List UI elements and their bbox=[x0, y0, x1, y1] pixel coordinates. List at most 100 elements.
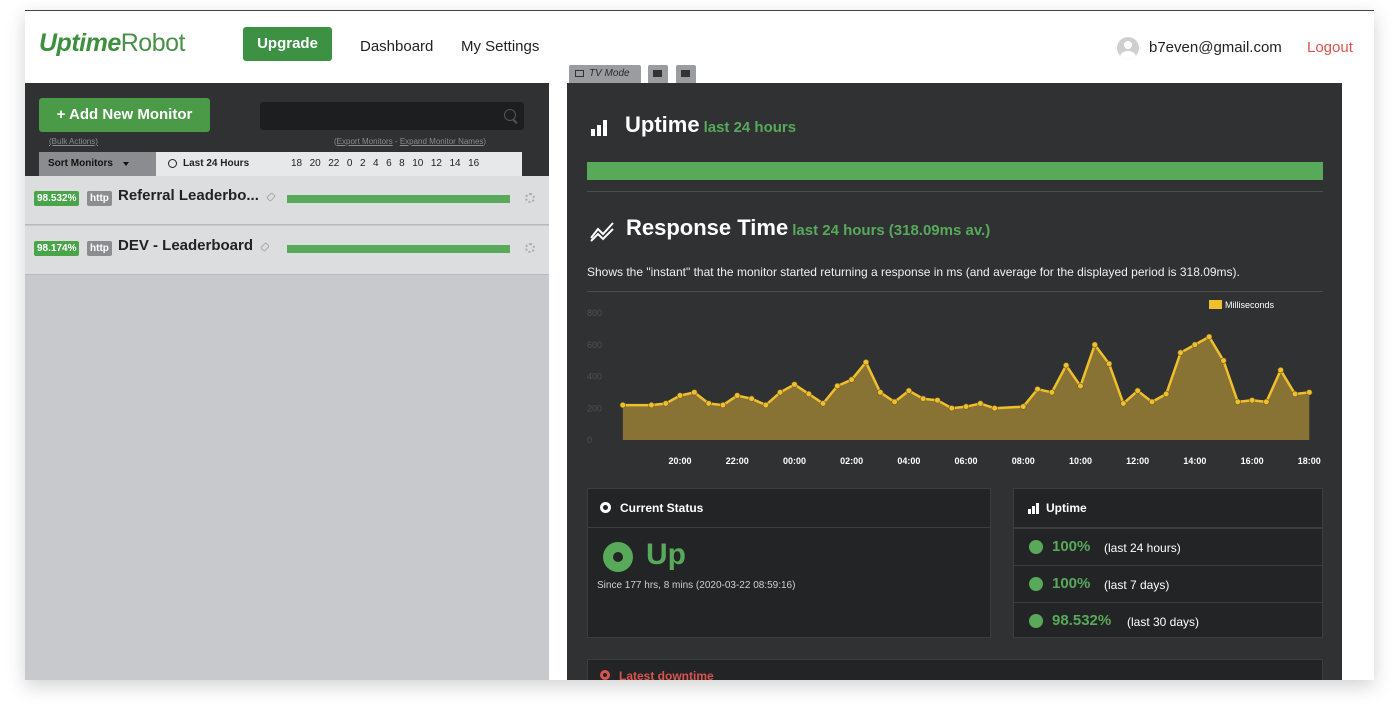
nav-my-settings[interactable]: My Settings bbox=[461, 38, 539, 55]
hour-tick: 8 bbox=[399, 158, 405, 169]
uptime-summary-box: Uptime 100% (last 24 hours) 100% (last 7… bbox=[1013, 488, 1323, 638]
y-tick-label: 800 bbox=[587, 308, 602, 318]
check-badge-icon bbox=[1030, 578, 1042, 590]
current-status-header: Current Status bbox=[588, 489, 990, 528]
bulk-actions-link[interactable]: (Bulk Actions) bbox=[49, 137, 98, 146]
data-point bbox=[1048, 389, 1055, 396]
x-tick-label: 08:00 bbox=[1012, 456, 1035, 466]
hour-tick: 20 bbox=[309, 158, 321, 169]
hour-tick: 18 bbox=[291, 158, 303, 169]
add-new-monitor-button[interactable]: + Add New Monitor bbox=[39, 98, 210, 132]
logo[interactable]: UptimeRobot bbox=[39, 29, 185, 58]
tab-tv-mode[interactable]: TV Mode bbox=[569, 65, 641, 83]
tv-mode-label: TV Mode bbox=[589, 68, 630, 79]
search-input[interactable] bbox=[260, 102, 524, 130]
data-point bbox=[1077, 382, 1084, 390]
hour-tick: 16 bbox=[468, 158, 480, 169]
check-badge-icon bbox=[1030, 541, 1042, 553]
link-icon[interactable] bbox=[260, 242, 270, 252]
search-icon bbox=[504, 109, 516, 121]
response-time-chart: 0 200 400 600 800 20:00 22:00 00:00 02:00 04:00 06… bbox=[587, 300, 1321, 466]
x-tick-label: 18:00 bbox=[1298, 456, 1321, 466]
nav-dashboard[interactable]: Dashboard bbox=[360, 38, 433, 55]
sort-monitors-dropdown[interactable]: Sort Monitors bbox=[39, 152, 156, 176]
data-point bbox=[762, 401, 769, 409]
type-badge: http bbox=[87, 241, 112, 256]
hour-tick: 22 bbox=[328, 158, 340, 169]
export-expand-links: (Export Monitors - Expand Monitor Names) bbox=[334, 137, 487, 146]
current-status-title: Current Status bbox=[620, 501, 704, 515]
data-point bbox=[1191, 341, 1198, 348]
x-tick-label: 12:00 bbox=[1126, 456, 1149, 466]
monitor-name[interactable]: DEV - Leaderboard bbox=[118, 237, 253, 254]
data-point bbox=[791, 381, 798, 388]
uptime-badge: 98.174% bbox=[34, 241, 80, 256]
divider bbox=[587, 191, 1323, 192]
link-icon[interactable] bbox=[266, 192, 276, 202]
user-email[interactable]: b7even@gmail.com bbox=[1149, 39, 1282, 56]
monitor-row[interactable]: 98.532% http Referral Leaderbo... bbox=[25, 176, 549, 225]
x-tick-label: 22:00 bbox=[726, 456, 749, 466]
monitor-uptime-bar bbox=[287, 195, 510, 203]
hour-tick: 0 bbox=[346, 158, 353, 169]
data-point bbox=[662, 400, 669, 407]
data-point bbox=[1220, 357, 1227, 364]
latest-downtime-box: Latest downtime bbox=[587, 659, 1323, 680]
data-point bbox=[719, 401, 727, 409]
data-point bbox=[891, 398, 898, 405]
check-badge-icon bbox=[1030, 615, 1042, 627]
status-value: Up bbox=[646, 538, 686, 571]
data-point bbox=[1148, 398, 1156, 405]
data-point bbox=[920, 395, 927, 402]
uptime-heading: Uptime last 24 hours bbox=[625, 112, 796, 138]
data-point bbox=[1163, 390, 1170, 398]
logout-link[interactable]: Logout bbox=[1307, 39, 1353, 56]
gear-icon[interactable] bbox=[525, 243, 535, 253]
period-label: Last 24 Hours bbox=[183, 158, 250, 169]
data-point bbox=[748, 395, 755, 402]
tab-twitter[interactable] bbox=[648, 65, 668, 83]
x-tick-label: 10:00 bbox=[1069, 456, 1092, 466]
uptime-value: 98.532% bbox=[1052, 612, 1112, 629]
data-point bbox=[948, 405, 955, 412]
expand-monitor-names-link[interactable]: Expand Monitor Names bbox=[400, 137, 484, 146]
data-point bbox=[705, 400, 712, 407]
data-point bbox=[734, 392, 741, 399]
tab-facebook[interactable] bbox=[676, 65, 696, 83]
data-point bbox=[1063, 362, 1070, 369]
data-point bbox=[1020, 403, 1027, 410]
twitter-icon bbox=[653, 70, 662, 77]
data-point bbox=[1306, 389, 1313, 396]
data-point bbox=[1091, 341, 1098, 348]
monitor-row[interactable]: 98.174% http DEV - Leaderboard bbox=[25, 226, 549, 275]
hour-tick: 12 bbox=[430, 158, 442, 169]
data-point bbox=[834, 382, 841, 390]
data-point bbox=[934, 397, 941, 404]
hour-tick: 10 bbox=[412, 158, 424, 169]
export-monitors-link[interactable]: Export Monitors bbox=[337, 137, 393, 146]
legend-swatch bbox=[1209, 300, 1222, 309]
caret-down-icon bbox=[123, 162, 129, 166]
uptime-period: last 24 hours bbox=[703, 119, 797, 136]
latest-downtime-title: Latest downtime bbox=[619, 669, 714, 680]
uptime-row: 100% (last 24 hours) bbox=[1014, 528, 1322, 565]
data-point bbox=[962, 403, 970, 410]
uptime-row: 98.532% (last 30 days) bbox=[1014, 602, 1322, 639]
data-point bbox=[691, 389, 698, 396]
upgrade-button[interactable]: Upgrade bbox=[243, 27, 332, 61]
uptime-value: 100% bbox=[1052, 538, 1091, 555]
data-point bbox=[805, 390, 812, 398]
bar-chart-icon bbox=[591, 120, 611, 136]
data-point bbox=[977, 400, 984, 407]
current-status-box: Current Status Up Since 177 hrs, 8 mins … bbox=[587, 488, 991, 638]
monitor-name[interactable]: Referral Leaderbo... bbox=[118, 187, 259, 204]
gear-icon[interactable] bbox=[525, 193, 535, 203]
x-tick-label: 16:00 bbox=[1241, 456, 1264, 466]
data-point bbox=[619, 401, 626, 409]
x-tick-label: 14:00 bbox=[1183, 456, 1206, 466]
hour-tick: 6 bbox=[386, 158, 392, 169]
period-bar: Last 24 Hours 18 20 22 0 2 4 6 8 10 12 14 16 bbox=[156, 152, 522, 176]
uptime-value: 100% bbox=[1052, 575, 1091, 592]
avatar-icon bbox=[1117, 37, 1139, 59]
y-tick-label: 400 bbox=[587, 372, 602, 382]
